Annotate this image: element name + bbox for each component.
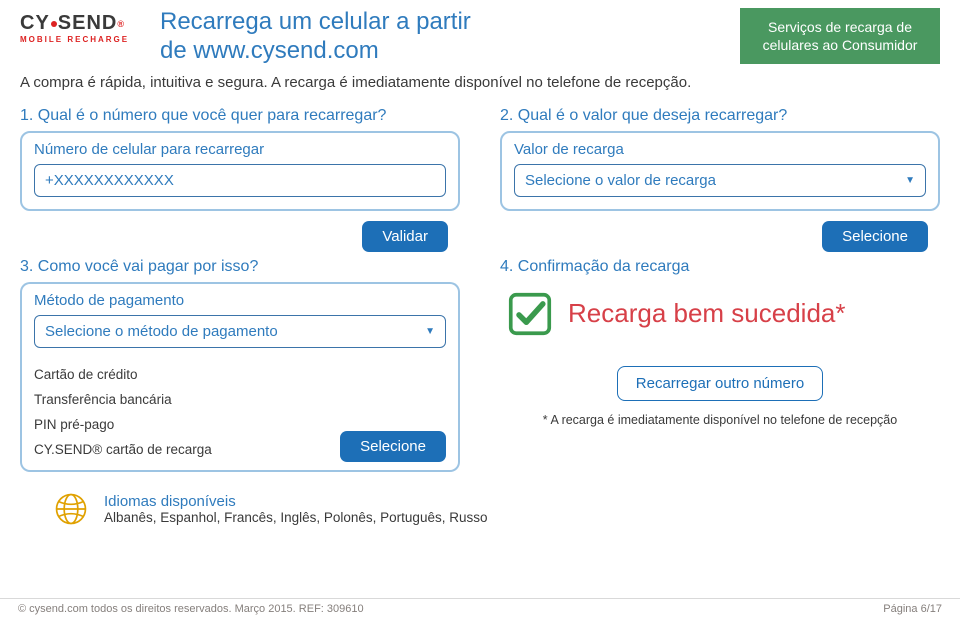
payment-option[interactable]: Cartão de crédito	[34, 364, 446, 385]
step3-label: Método de pagamento	[34, 292, 446, 309]
chevron-down-icon: ▼	[905, 175, 915, 186]
step4-question: 4. Confirmação da recarga	[500, 258, 940, 276]
badge-line-2: celulares ao Consumidor	[754, 36, 926, 54]
step2-question: 2. Qual é o valor que deseja recarregar?	[500, 107, 940, 125]
amount-select-placeholder: Selecione o valor de recarga	[525, 172, 716, 189]
registered-icon: ®	[117, 19, 125, 29]
select-payment-button[interactable]: Selecione	[340, 431, 446, 462]
validate-button[interactable]: Validar	[362, 221, 448, 252]
footer-page-number: Página 6/17	[883, 603, 942, 615]
footer-copyright: © cysend.com todos os direitos reservado…	[18, 603, 364, 615]
languages-list: Albanês, Espanhol, Francês, Inglês, Polo…	[104, 510, 487, 525]
step3-question: 3. Como você vai pagar por isso?	[20, 258, 460, 276]
title-line-1: Recarrega um celular a partir	[160, 8, 740, 37]
step2-card: Valor de recarga Selecione o valor de re…	[500, 131, 940, 211]
category-badge: Serviços de recarga de celulares ao Cons…	[740, 8, 940, 64]
step1-question: 1. Qual é o número que você quer para re…	[20, 107, 460, 125]
page-title: Recarrega um celular a partir de www.cys…	[150, 8, 740, 66]
success-check-icon	[508, 292, 552, 336]
languages-title: Idiomas disponíveis	[104, 493, 487, 510]
logo-dot-icon	[51, 21, 57, 27]
logo-subtext: MOBILE RECHARGE	[20, 35, 150, 44]
payment-options-dropdown: Cartão de crédito Transferência bancária…	[20, 358, 460, 472]
step2-label: Valor de recarga	[514, 141, 926, 158]
recharge-another-button[interactable]: Recarregar outro número	[617, 366, 823, 401]
badge-line-1: Serviços de recarga de	[754, 18, 926, 36]
payment-select-placeholder: Selecione o método de pagamento	[45, 323, 278, 340]
phone-input-placeholder: +XXXXXXXXXXXX	[45, 172, 174, 189]
success-message: Recarga bem sucedida*	[568, 298, 846, 329]
amount-select[interactable]: Selecione o valor de recarga ▼	[514, 164, 926, 197]
brand-logo: CY SEND ® MOBILE RECHARGE	[20, 8, 150, 44]
payment-select[interactable]: Selecione o método de pagamento ▼	[34, 315, 446, 348]
logo-text-1: CY	[20, 12, 50, 35]
globe-icon	[54, 492, 88, 526]
logo-text-2: SEND	[58, 12, 118, 35]
success-footnote: * A recarga é imediatamente disponível n…	[500, 413, 940, 427]
step1-card: Número de celular para recarregar +XXXXX…	[20, 131, 460, 211]
step3-card: Método de pagamento Selecione o método d…	[20, 282, 460, 360]
page-footer: © cysend.com todos os direitos reservado…	[0, 598, 960, 619]
phone-input[interactable]: +XXXXXXXXXXXX	[34, 164, 446, 197]
chevron-down-icon: ▼	[425, 326, 435, 337]
payment-option[interactable]: Transferência bancária	[34, 389, 446, 410]
select-amount-button[interactable]: Selecione	[822, 221, 928, 252]
title-line-2: de www.cysend.com	[160, 37, 740, 66]
step1-label: Número de celular para recarregar	[34, 141, 446, 158]
intro-text: A compra é rápida, intuitiva e segura. A…	[0, 66, 960, 93]
